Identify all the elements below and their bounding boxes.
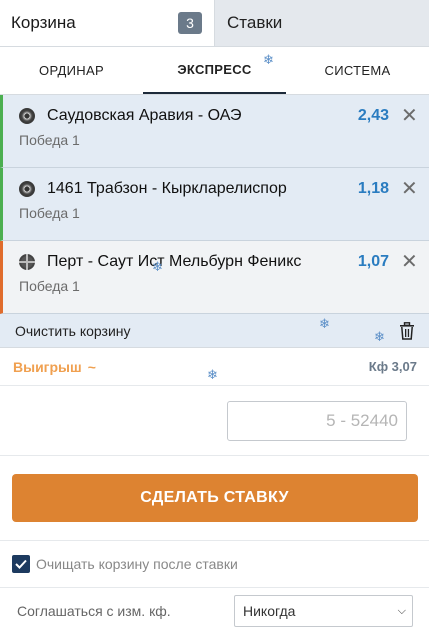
bet-outcome: Победа 1 <box>19 205 80 221</box>
chevron-down-icon: ⌵ <box>397 604 406 617</box>
tab-cart[interactable]: Корзина 3 <box>0 0 214 46</box>
bet-match: Саудовская Аравия - ОАЭ <box>47 107 242 124</box>
winnings-label: Выигрыш <box>13 358 82 375</box>
bet-odds: 2,43 <box>357 107 389 124</box>
tab-system-label: СИСТЕМА <box>324 63 391 78</box>
clear-cart-bar: Очистить корзину <box>0 314 429 348</box>
stake-input[interactable] <box>227 400 407 441</box>
clear-cart-link[interactable]: Очистить корзину <box>15 323 131 339</box>
stake-area <box>0 386 429 456</box>
bet-type-tabs: ОРДИНАР ЭКСПРЕСС СИСТЕМА <box>0 47 429 95</box>
remove-bet-icon[interactable]: ✕ <box>401 179 418 199</box>
bet-match: Перт - Саут Ист Мельбурн Феникс <box>47 253 302 270</box>
bet-odds: 1,18 <box>357 180 389 197</box>
tab-express-label: ЭКСПРЕСС <box>177 62 252 77</box>
trash-icon[interactable] <box>399 321 415 340</box>
football-icon <box>19 108 35 124</box>
football-icon <box>19 181 35 197</box>
top-tabs: Корзина 3 Ставки <box>0 0 429 47</box>
total-coefficient: Кф 3,07 <box>368 359 417 374</box>
remove-bet-icon[interactable]: ✕ <box>401 252 418 272</box>
basketball-icon <box>19 254 35 270</box>
clear-after-bet-row: Очищать корзину после ставки <box>0 541 429 588</box>
tab-single-label: ОРДИНАР <box>39 63 104 78</box>
accept-changes-value: Никогда <box>243 603 296 619</box>
bet-match: 1461 Трабзон - Кыркларелиспор <box>47 180 287 197</box>
bet-item: Саудовская Аравия - ОАЭ 2,43 ✕ Победа 1 <box>0 95 429 168</box>
accept-changes-label: Соглашаться с изм. кф. <box>17 603 171 619</box>
tab-cart-label: Корзина <box>11 13 76 32</box>
tab-single[interactable]: ОРДИНАР <box>0 47 143 94</box>
check-icon <box>15 559 27 569</box>
tab-system[interactable]: СИСТЕМА <box>286 47 429 94</box>
clear-after-bet-label: Очищать корзину после ставки <box>36 556 238 572</box>
bet-odds: 1,07 <box>357 253 389 270</box>
accept-changes-row: Соглашаться с изм. кф. Никогда ⌵ <box>0 588 429 634</box>
bet-item: Перт - Саут Ист Мельбурн Феникс 1,07 ✕ П… <box>0 241 429 314</box>
tab-express[interactable]: ЭКСПРЕСС <box>143 47 286 94</box>
winnings-toggle[interactable]: Выигрыш ~ <box>13 359 96 375</box>
bet-outcome: Победа 1 <box>19 132 80 148</box>
clear-after-bet-checkbox[interactable] <box>12 555 30 573</box>
winnings-row: Выигрыш ~ Кф 3,07 <box>0 348 429 386</box>
bet-outcome: Победа 1 <box>19 278 80 294</box>
tab-bets-label: Ставки <box>227 13 283 32</box>
tab-bets[interactable]: Ставки <box>214 0 429 46</box>
place-bet-area: СДЕЛАТЬ СТАВКУ <box>0 456 429 541</box>
place-bet-button[interactable]: СДЕЛАТЬ СТАВКУ <box>11 474 418 522</box>
remove-bet-icon[interactable]: ✕ <box>401 106 418 126</box>
cart-count-badge: 3 <box>178 12 202 34</box>
accept-changes-select[interactable]: Никогда ⌵ <box>234 595 413 627</box>
bet-item: 1461 Трабзон - Кыркларелиспор 1,18 ✕ Поб… <box>0 168 429 241</box>
chevron-down-icon: ~ <box>87 358 96 375</box>
